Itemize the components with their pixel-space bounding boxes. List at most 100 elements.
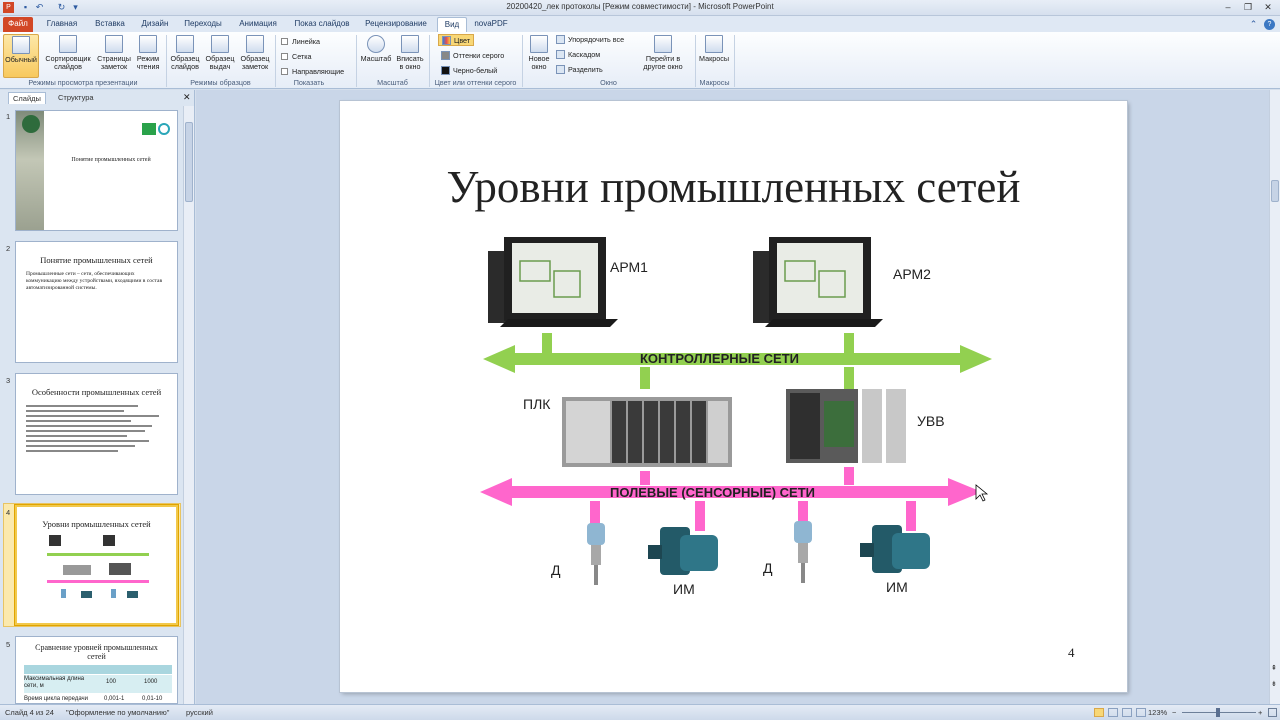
thumb-title: Понятие промышленных сетей: [40, 255, 153, 265]
group-label: Режимы просмотра презентации: [28, 78, 138, 87]
separator: [734, 35, 735, 87]
slide-thumbnail-3[interactable]: Особенности промышленных сетей: [15, 373, 178, 495]
slide-canvas[interactable]: Уровни промышленных сетей КОНТРОЛЛЕРНЫЕ …: [340, 101, 1127, 692]
thumbs-scrollbar[interactable]: [183, 106, 194, 704]
close-pane-icon[interactable]: ✕: [183, 92, 191, 103]
cascade-button[interactable]: Каскадом: [556, 49, 600, 61]
tab-novapdf[interactable]: novaPDF: [472, 17, 510, 32]
tab-file[interactable]: Файл: [3, 17, 33, 32]
actuator-label: ИМ: [886, 579, 908, 595]
tab-insert[interactable]: Вставка: [88, 17, 132, 32]
color-button[interactable]: Цвет: [438, 34, 475, 46]
new-window-icon: [530, 35, 548, 53]
bullet-line: [26, 425, 152, 427]
slide-scrollbar[interactable]: ⇞ ⇟: [1269, 90, 1280, 704]
slide-sorter-button[interactable]: Сортировщик слайдов: [42, 34, 94, 78]
connector-line: [590, 501, 600, 525]
tab-outline[interactable]: Структура: [54, 92, 98, 104]
slide-thumbnail-4[interactable]: Уровни промышленных сетей: [15, 505, 178, 625]
split-button[interactable]: Разделить: [556, 64, 603, 76]
slide-thumbnail-1[interactable]: Понятие промышленных сетей: [15, 110, 178, 231]
slide-thumbnail-2[interactable]: Понятие промышленных сетей Промышленные …: [15, 241, 178, 363]
fit-to-window-button[interactable]: Вписать в окно: [394, 34, 426, 78]
normal-view-button[interactable]: Обычный: [3, 34, 39, 78]
group-label: Показать: [293, 78, 325, 87]
zoom-slider-thumb[interactable]: [1216, 708, 1220, 717]
logo-icon: [158, 123, 170, 135]
actuator-label: ИМ: [673, 581, 695, 597]
tab-view[interactable]: Вид: [437, 17, 467, 32]
zoom-in-icon[interactable]: +: [1258, 705, 1262, 720]
tab-transitions[interactable]: Переходы: [180, 17, 226, 32]
black-white-button[interactable]: Черно-белый: [441, 65, 497, 77]
tab-animation[interactable]: Анимация: [232, 17, 284, 32]
sensor-label: Д: [763, 560, 773, 576]
language[interactable]: русский: [186, 705, 213, 720]
theme-name: "Оформление по умолчанию": [66, 708, 170, 717]
checkbox-icon: [281, 38, 288, 45]
plc-icon: [63, 565, 91, 575]
mouse-cursor-icon: [975, 484, 989, 502]
slide-thumbnail-5[interactable]: Сравнение уровней промышленных сетей Мак…: [15, 636, 178, 704]
tab-home[interactable]: Главная: [40, 17, 84, 32]
plc-label: ПЛК: [523, 396, 551, 412]
zoom-level[interactable]: 123%: [1148, 705, 1167, 720]
controller-bus-label: КОНТРОЛЛЕРНЫЕ СЕТИ: [640, 351, 799, 366]
network-diagram: [480, 237, 992, 585]
green-bus-line: [47, 553, 149, 556]
switch-window-button[interactable]: Перейти в другое окно: [636, 34, 690, 78]
tab-review[interactable]: Рецензирование: [362, 17, 430, 32]
notes-page-button[interactable]: Страницы заметок: [96, 34, 132, 78]
sensor-icon: [587, 523, 605, 585]
help-icon[interactable]: ?: [1264, 19, 1275, 30]
fit-slide-icon[interactable]: [1268, 708, 1277, 717]
next-slide-icon[interactable]: ⇟: [1271, 680, 1277, 688]
split-icon: [556, 65, 565, 74]
color-icon: [442, 36, 451, 45]
workstation-icon: [753, 237, 883, 327]
close-icon[interactable]: ✕: [1258, 1, 1278, 14]
thumb-number: 3: [6, 376, 11, 385]
new-window-button[interactable]: Новое окно: [525, 34, 553, 78]
slide-sorter-icon[interactable]: [1108, 708, 1118, 717]
zoom-button[interactable]: Масштаб: [359, 34, 393, 78]
fit-window-icon: [401, 35, 419, 53]
normal-view-icon[interactable]: [1094, 708, 1104, 717]
grid-checkbox[interactable]: Сетка: [281, 51, 312, 62]
sensor-icon: [61, 589, 66, 598]
reading-view-button[interactable]: Режим чтения: [133, 34, 163, 78]
ruler-checkbox[interactable]: Линейка: [281, 36, 320, 47]
thumb-title: Уровни промышленных сетей: [42, 519, 151, 529]
minimize-icon[interactable]: –: [1218, 1, 1238, 14]
thumb-bullets: [26, 402, 166, 455]
slide-master-button[interactable]: Образец слайдов: [168, 34, 202, 78]
slide-sorter-icon: [59, 35, 77, 53]
connector-line: [906, 501, 916, 531]
previous-slide-icon[interactable]: ⇞: [1271, 664, 1277, 672]
scroll-thumb[interactable]: [1271, 180, 1279, 202]
handout-master-button[interactable]: Образец выдач: [203, 34, 237, 78]
macros-button[interactable]: Макросы: [697, 34, 731, 78]
reading-view-icon[interactable]: [1122, 708, 1132, 717]
slideshow-icon[interactable]: [1136, 708, 1146, 717]
motor-icon: [81, 591, 92, 598]
arm1-label: АРМ1: [610, 259, 648, 275]
motor-icon: [648, 527, 718, 575]
ribbon-tabs: Файл Главная Вставка Дизайн Переходы Ани…: [0, 16, 1280, 32]
restore-icon[interactable]: ❐: [1238, 1, 1258, 14]
connector-line: [695, 501, 705, 531]
thumb-title: Особенности промышленных сетей: [31, 387, 162, 397]
grayscale-button[interactable]: Оттенки серого: [441, 50, 504, 62]
zoom-out-icon[interactable]: −: [1172, 705, 1176, 720]
tab-design[interactable]: Дизайн: [136, 17, 174, 32]
checkbox-icon: [281, 68, 288, 75]
guides-checkbox[interactable]: Направляющие: [281, 66, 344, 77]
notes-master-button[interactable]: Образец заметок: [238, 34, 272, 78]
table-cell: Время цикла передачи: [24, 696, 89, 702]
normal-view-icon: [12, 36, 30, 54]
tab-slides[interactable]: Слайды: [8, 92, 46, 104]
arrange-all-button[interactable]: Упорядочить все: [556, 34, 624, 46]
ribbon-minimize-icon[interactable]: ⌃: [1248, 19, 1259, 30]
tab-slideshow[interactable]: Показ слайдов: [290, 17, 354, 32]
scroll-thumb[interactable]: [185, 122, 193, 202]
